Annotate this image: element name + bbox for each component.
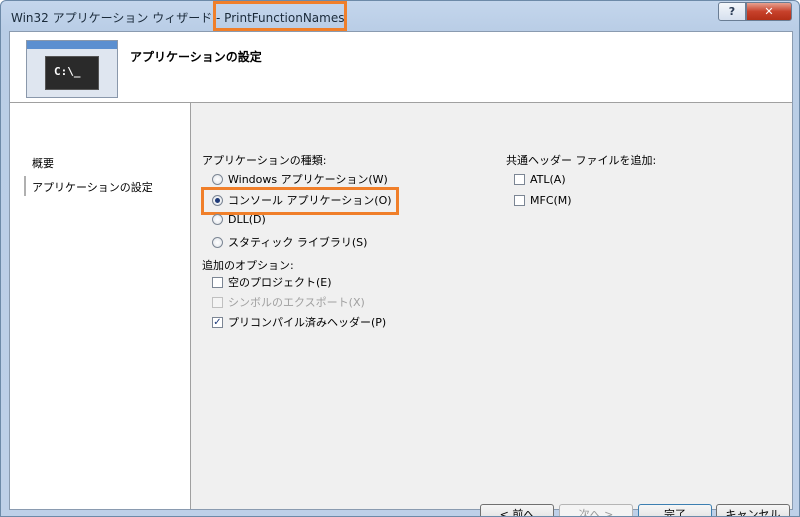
prev-button[interactable]: < 前へ (480, 504, 554, 516)
thumbnail-titlebar (27, 41, 117, 49)
radio-indicator[interactable] (212, 173, 223, 185)
project-name-highlight (213, 1, 347, 31)
radio-windows-app[interactable]: Windows アプリケーション(W) (212, 171, 388, 187)
wizard-client-area: C:\_ アプリケーションの設定 概要 アプリケーションの設定 アプリケーション… (9, 31, 793, 516)
checkbox-precompiled-header[interactable]: ✓ プリコンパイル済みヘッダー(P) (212, 314, 386, 330)
checkbox-label: MFC(M) (530, 194, 572, 207)
checkbox-indicator (212, 296, 223, 308)
close-icon: ✕ (764, 5, 774, 18)
checkbox-label: プリコンパイル済みヘッダー(P) (228, 316, 387, 329)
checkbox-indicator[interactable] (514, 174, 525, 185)
title-bar[interactable]: Win32 アプリケーション ウィザード - PrintFunctionName… (1, 1, 799, 31)
nav-item-overview[interactable]: 概要 (32, 155, 54, 171)
settings-panel: アプリケーションの種類: Windows アプリケーション(W) コンソール ア… (191, 103, 792, 516)
common-headers-label: 共通ヘッダー ファイルを追加: (506, 154, 657, 167)
finish-button[interactable]: 完了 (638, 504, 712, 516)
page-title: アプリケーションの設定 (130, 50, 262, 64)
checkbox-label: シンボルのエクスポート(X) (228, 296, 365, 309)
help-button[interactable]: ? (718, 2, 746, 21)
wizard-window: Win32 アプリケーション ウィザード - PrintFunctionName… (0, 0, 800, 517)
next-button: 次へ > (559, 504, 633, 516)
help-icon: ? (728, 5, 736, 18)
radio-dll[interactable]: DLL(D) (212, 213, 266, 226)
close-button[interactable]: ✕ (746, 2, 792, 21)
checkbox-mfc[interactable]: MFC(M) (514, 194, 572, 207)
console-window-icon: C:\_ (26, 40, 118, 98)
app-type-label: アプリケーションの種類: (202, 154, 327, 167)
checkbox-label: 空のプロジェクト(E) (228, 276, 332, 289)
radio-indicator[interactable] (212, 236, 223, 248)
wizard-header: C:\_ アプリケーションの設定 (10, 32, 792, 103)
wizard-nav: 概要 アプリケーションの設定 (10, 103, 191, 509)
extra-options-label: 追加のオプション: (202, 259, 294, 272)
checkbox-export-symbols: シンボルのエクスポート(X) (212, 294, 365, 310)
window-title-prefix: Win32 アプリケーション ウィザード - (11, 11, 225, 25)
checkbox-indicator[interactable]: ✓ (212, 316, 223, 328)
checkbox-atl[interactable]: ATL(A) (514, 173, 566, 186)
cancel-button[interactable]: キャンセル (716, 504, 790, 516)
radio-label: DLL(D) (228, 213, 266, 226)
console-option-highlight (201, 187, 399, 215)
nav-selection-marker (24, 176, 26, 196)
checkbox-indicator[interactable] (514, 195, 525, 206)
radio-label: Windows アプリケーション(W) (228, 173, 388, 186)
checkbox-empty-project[interactable]: 空のプロジェクト(E) (212, 274, 332, 290)
nav-item-app-settings[interactable]: アプリケーションの設定 (32, 179, 153, 195)
console-prompt-glyph: C:\_ (54, 65, 81, 78)
radio-label: スタティック ライブラリ(S) (228, 236, 368, 249)
checkbox-label: ATL(A) (530, 173, 566, 186)
checkbox-indicator[interactable] (212, 276, 223, 288)
radio-static-library[interactable]: スタティック ライブラリ(S) (212, 234, 367, 250)
radio-indicator[interactable] (212, 214, 223, 225)
